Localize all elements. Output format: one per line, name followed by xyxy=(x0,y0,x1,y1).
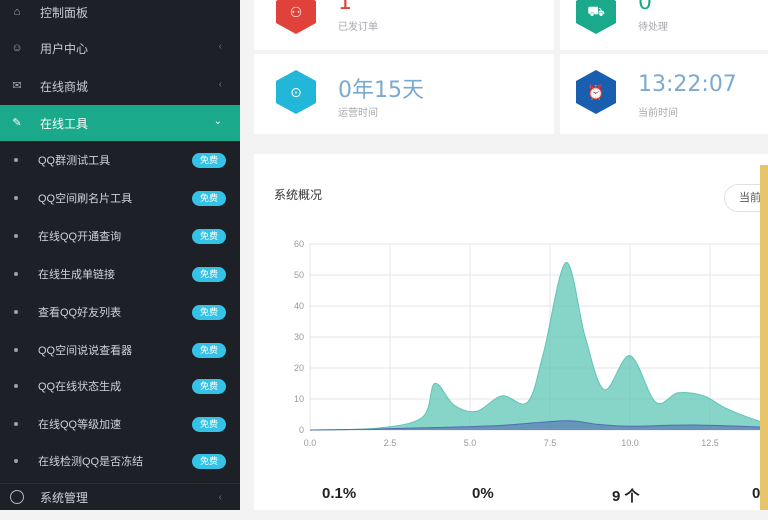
submenu-item-label: QQ在线状态生成 xyxy=(38,381,122,393)
footer-stat: 9 个 xyxy=(612,488,640,505)
user-lock-icon: ⚇ xyxy=(276,0,316,34)
chevron-left-icon: ‹ xyxy=(218,79,222,90)
free-badge: 免费 xyxy=(192,454,226,469)
submenu-item[interactable]: 在线检测QQ是否冻结 免费 xyxy=(0,442,240,480)
sidebar-item-label: 控制面板 xyxy=(40,5,89,20)
chart-title: 系统概况 xyxy=(274,188,323,202)
submenu-item-label: 在线检测QQ是否冻结 xyxy=(38,456,144,468)
sidebar-item-system[interactable]: 系统管理 ‹ xyxy=(0,483,240,510)
submenu-item-label: QQ空间刷名片工具 xyxy=(38,193,133,205)
bullet-icon xyxy=(14,234,18,238)
y-tick-label: 40 xyxy=(294,301,304,311)
submenu-item-label: QQ群测试工具 xyxy=(38,155,111,167)
x-tick-label: 7.5 xyxy=(544,438,557,448)
submenu-item[interactable]: QQ在线状态生成 免费 xyxy=(0,367,240,405)
sidebar-item-label: 系统管理 xyxy=(40,490,89,505)
stat-card-orders: ⚇ 1 已发订单 xyxy=(254,0,554,50)
sidebar-item-user-center[interactable]: ☺ 用户中心 ‹ xyxy=(0,30,240,66)
bullet-icon xyxy=(14,196,18,200)
free-badge: 免费 xyxy=(192,267,226,282)
chevron-left-icon: ‹ xyxy=(218,41,222,52)
stat-value: 0年15天 xyxy=(338,78,424,103)
sidebar-item-shop[interactable]: ✉ 在线商城 ‹ xyxy=(0,68,240,104)
series-area xyxy=(310,262,768,430)
submenu-item-label: 在线QQ等级加速 xyxy=(38,419,122,431)
submenu-item[interactable]: 在线生成单链接 免费 xyxy=(0,255,240,293)
free-badge: 免费 xyxy=(192,417,226,432)
free-badge: 免费 xyxy=(192,379,226,394)
x-tick-label: 10.0 xyxy=(621,438,639,448)
y-tick-label: 60 xyxy=(294,239,304,249)
footer-stat: 0% xyxy=(472,485,494,502)
free-badge: 免费 xyxy=(192,343,226,358)
stat-value: 1 xyxy=(338,0,352,15)
bullet-icon xyxy=(14,384,18,388)
stat-label: 运营时间 xyxy=(338,108,378,119)
free-badge: 免费 xyxy=(192,153,226,168)
y-tick-label: 50 xyxy=(294,270,304,280)
free-badge: 免费 xyxy=(192,229,226,244)
submenu-item-label: QQ空间说说查看器 xyxy=(38,345,133,357)
y-tick-label: 30 xyxy=(294,332,304,342)
dashboard-icon: ⌂ xyxy=(13,6,21,18)
sidebar-item-dashboard[interactable]: ⌂ 控制面板 xyxy=(0,0,240,30)
stat-label: 已发订单 xyxy=(338,22,378,33)
area-chart: 0 10 20 30 40 50 60 0.0 2.5 5.0 7.5 10.0 12.5 xyxy=(294,239,768,448)
bullet-icon xyxy=(14,310,18,314)
footer-stat: 0.1% xyxy=(322,485,357,502)
main-content: ⚇ 1 已发订单 ⛟ 0 待处理 ⊙ 0年15天 运营时间 ⏰ 13:22:07… xyxy=(240,0,768,510)
free-badge: 免费 xyxy=(192,305,226,320)
submenu-item[interactable]: QQ空间刷名片工具 免费 xyxy=(0,179,240,217)
free-badge: 免费 xyxy=(192,191,226,206)
basket-icon: ⛟ xyxy=(576,0,616,34)
stat-value: 0 xyxy=(638,0,652,15)
tools-icon: ✎ xyxy=(12,117,22,129)
submenu-item[interactable]: QQ空间说说查看器 免费 xyxy=(0,331,240,369)
location-icon: ⊙ xyxy=(276,70,316,114)
submenu-item-label: 查看QQ好友列表 xyxy=(38,307,122,319)
stat-card-time: ⏰ 13:22:07 当前时间 xyxy=(560,54,768,134)
x-tick-label: 2.5 xyxy=(384,438,397,448)
message-icon: ✉ xyxy=(12,80,22,92)
submenu-item[interactable]: 查看QQ好友列表 免费 xyxy=(0,293,240,331)
chevron-down-icon: ⌄ xyxy=(213,116,222,127)
settings-icon xyxy=(10,490,24,504)
y-tick-label: 10 xyxy=(294,394,304,404)
sidebar-item-label: 用户中心 xyxy=(40,41,89,56)
sidebar: ⌂ 控制面板 ☺ 用户中心 ‹ ✉ 在线商城 ‹ ✎ 在线工具 ⌄ QQ群测试工… xyxy=(0,0,240,510)
chart-panel: 系统概况 当前 0 10 20 30 40 50 60 0.0 2.5 5.0 7.5 10.0 12.… xyxy=(254,154,768,510)
y-tick-label: 0 xyxy=(299,425,304,435)
bullet-icon xyxy=(14,422,18,426)
bullet-icon xyxy=(14,348,18,352)
x-tick-label: 5.0 xyxy=(464,438,477,448)
stat-label: 待处理 xyxy=(638,22,668,33)
y-tick-label: 20 xyxy=(294,363,304,373)
submenu-item[interactable]: QQ群测试工具 免费 xyxy=(0,141,240,179)
stat-label: 当前时间 xyxy=(638,108,678,119)
alarm-clock-icon: ⏰ xyxy=(576,70,616,114)
scroll-indicator xyxy=(760,165,768,510)
bullet-icon xyxy=(14,272,18,276)
sidebar-item-label: 在线工具 xyxy=(40,116,89,131)
x-tick-label: 0.0 xyxy=(304,438,317,448)
chevron-left-icon: ‹ xyxy=(218,492,222,503)
user-icon: ☺ xyxy=(11,42,23,54)
stat-card-uptime: ⊙ 0年15天 运营时间 xyxy=(254,54,554,134)
submenu-item-label: 在线生成单链接 xyxy=(38,269,115,281)
bullet-icon xyxy=(14,158,18,162)
stat-value: 13:22:07 xyxy=(638,72,737,97)
bullet-icon xyxy=(14,459,18,463)
sidebar-item-label: 在线商城 xyxy=(40,79,89,94)
submenu-item[interactable]: 在线QQ等级加速 免费 xyxy=(0,405,240,443)
sidebar-item-tools[interactable]: ✎ 在线工具 ⌄ xyxy=(0,105,240,141)
stat-card-pending: ⛟ 0 待处理 xyxy=(560,0,768,50)
submenu-item[interactable]: 在线QQ开通查询 免费 xyxy=(0,217,240,255)
submenu-item-label: 在线QQ开通查询 xyxy=(38,231,122,243)
x-tick-label: 12.5 xyxy=(701,438,719,448)
